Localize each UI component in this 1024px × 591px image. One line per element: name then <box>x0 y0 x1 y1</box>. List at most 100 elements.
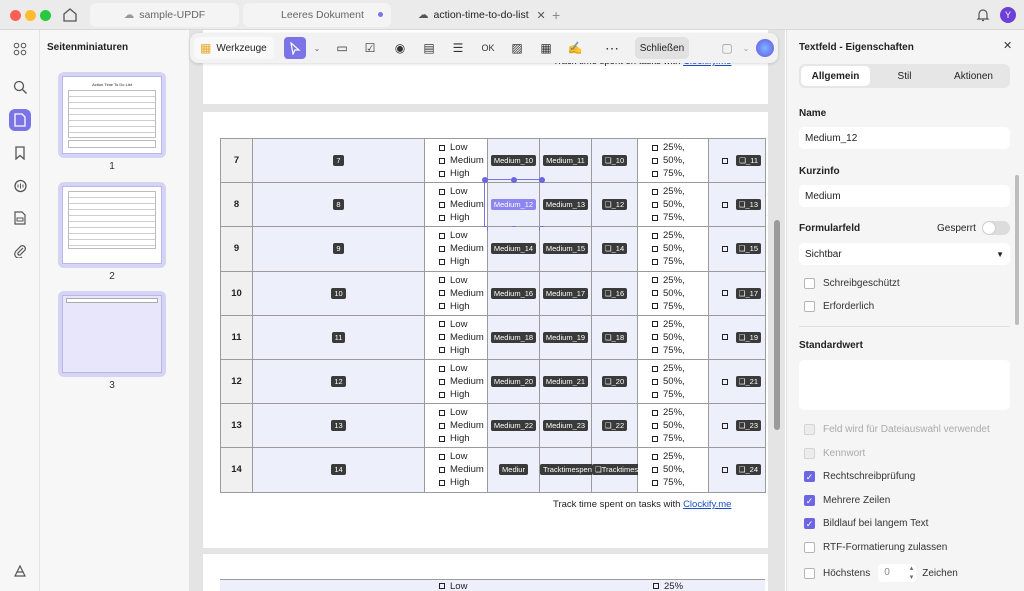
percent-50-checkbox[interactable]: 50%, <box>652 375 708 388</box>
name-input[interactable]: Medium_12 <box>799 127 1010 149</box>
task-field[interactable]: 7 <box>252 137 425 184</box>
bell-icon[interactable] <box>976 7 990 23</box>
percent-25-checkbox[interactable]: 25%, <box>652 229 708 242</box>
new-tab-icon[interactable]: + <box>552 7 560 23</box>
text-field-cell[interactable]: Medium_12 <box>482 177 545 233</box>
priority-medium-checkbox[interactable]: Medium <box>439 463 487 476</box>
locked-toggle[interactable] <box>982 221 1010 235</box>
option-checkbox[interactable]: ✓ Bildlauf bei langem Text <box>804 518 928 529</box>
priority-low-checkbox[interactable]: Low <box>439 450 487 463</box>
percent-50-checkbox[interactable]: 50%, <box>652 419 708 432</box>
priority-high-checkbox[interactable]: High <box>439 167 487 180</box>
priority-low-checkbox[interactable]: Low <box>439 185 487 198</box>
max-chars-stepper[interactable]: 0 ▴ ▾ <box>878 564 917 582</box>
text-field-cell[interactable]: Medium_14 <box>487 226 540 272</box>
percent-75-checkbox[interactable]: 75%, <box>652 476 708 489</box>
layers-icon[interactable] <box>9 560 31 582</box>
percent-25-checkbox[interactable]: 25%, <box>652 450 708 463</box>
priority-low-checkbox[interactable]: Low <box>439 141 487 154</box>
readonly-checkbox[interactable]: Schreibgeschützt <box>804 278 900 289</box>
percent-75-checkbox[interactable]: 75%, <box>652 255 708 268</box>
priority-low-checkbox[interactable]: Low <box>439 362 487 375</box>
option-checkbox[interactable]: RTF-Formatierung zulassen <box>804 541 947 553</box>
save-icon[interactable]: ▢ <box>717 38 737 58</box>
priority-high-checkbox[interactable]: High <box>439 388 487 401</box>
percent-50-checkbox[interactable]: 50%, <box>652 242 708 255</box>
text-field-cell[interactable]: Medium_10 <box>487 137 540 184</box>
percent-25-checkbox[interactable]: 25%, <box>652 318 708 331</box>
text-field-cell[interactable]: Medium_16 <box>487 270 540 316</box>
close-panel-icon[interactable]: ✕ <box>1003 39 1012 52</box>
percent-50-checkbox[interactable]: 50%, <box>652 331 708 344</box>
text-field-cell[interactable]: Medium_11 <box>539 137 592 184</box>
priority-low-checkbox[interactable]: Low <box>439 274 487 287</box>
tab-sample-updf[interactable]: ☁ sample-UPDF <box>90 3 239 27</box>
done-checkbox-cell[interactable]: ❑_19 <box>708 314 766 360</box>
priority-low-checkbox[interactable]: Low <box>439 229 487 242</box>
percent-50-checkbox[interactable]: 50%, <box>652 287 708 300</box>
priority-medium-checkbox[interactable]: Medium <box>439 242 487 255</box>
checkbox-field-cell[interactable]: ❑_18 <box>591 314 638 360</box>
done-checkbox-cell[interactable]: ❑_11 <box>708 137 766 184</box>
signature-tool-icon[interactable]: ✍ <box>565 38 585 58</box>
priority-medium-checkbox[interactable]: Medium <box>439 419 487 432</box>
text-field-cell[interactable]: Medium_22 <box>487 403 540 449</box>
checkbox-tool-icon[interactable]: ☑ <box>360 38 380 58</box>
thumbnail-page-1[interactable]: Action Time To Do List <box>58 72 166 158</box>
ai-assistant-icon[interactable] <box>756 39 774 57</box>
percent-50-checkbox[interactable]: 50%, <box>652 154 708 167</box>
list-box-tool-icon[interactable]: ☰ <box>448 38 468 58</box>
done-checkbox-cell[interactable]: ❑_15 <box>708 226 766 272</box>
percent-25-checkbox[interactable]: 25%, <box>652 362 708 375</box>
form-icon[interactable] <box>9 207 31 229</box>
grid-icon[interactable] <box>9 38 31 60</box>
task-field[interactable]: 9 <box>252 226 425 272</box>
default-value-input[interactable] <box>799 360 1010 410</box>
checkbox-field-cell[interactable]: ❑Tracktimespentontaskswith_1 <box>591 447 704 493</box>
task-field[interactable]: 8 <box>252 182 425 228</box>
checkbox-field-cell[interactable]: ❑_16 <box>591 270 638 316</box>
thumbnail-page-3[interactable] <box>58 291 166 377</box>
priority-medium-checkbox[interactable]: Medium <box>439 198 487 211</box>
priority-medium-checkbox[interactable]: Medium <box>439 154 487 167</box>
page-thumbnails-icon[interactable] <box>9 109 31 131</box>
priority-high-checkbox[interactable]: High <box>439 344 487 357</box>
panel-scrollbar[interactable] <box>1015 175 1019 325</box>
done-checkbox-cell[interactable]: ❑_24 <box>708 447 766 493</box>
clockify-link[interactable]: Clockify.me <box>683 499 731 510</box>
thumbnail-page-2[interactable] <box>58 182 166 268</box>
tab-leeres-dokument[interactable]: Leeres Dokument <box>243 3 391 27</box>
priority-low-checkbox[interactable]: Low <box>439 406 487 419</box>
text-field-cell[interactable]: Medium_21 <box>539 358 592 405</box>
priority-low-checkbox[interactable]: Low <box>439 318 487 331</box>
priority-high-checkbox[interactable]: High <box>439 255 487 268</box>
text-field-cell[interactable]: Medium_13 <box>539 182 592 228</box>
percent-25-checkbox[interactable]: 25%, <box>652 141 708 154</box>
required-checkbox[interactable]: Erforderlich <box>804 301 874 312</box>
task-field[interactable]: 14 <box>252 447 425 493</box>
close-form-editing-button[interactable]: Schließen <box>635 37 689 59</box>
percent-75-checkbox[interactable]: 75%, <box>652 211 708 224</box>
button-tool-icon[interactable]: OK <box>478 38 498 58</box>
home-icon[interactable] <box>62 7 78 23</box>
visibility-select[interactable]: Sichtbar ▼ <box>799 243 1010 265</box>
priority-high-checkbox[interactable]: High <box>439 300 487 313</box>
percent-75-checkbox[interactable]: 75%, <box>652 432 708 445</box>
task-field[interactable]: 13 <box>252 403 425 449</box>
task-field[interactable]: 10 <box>252 270 425 316</box>
priority-medium-checkbox[interactable]: Medium <box>439 331 487 344</box>
chevron-down-icon[interactable]: ⌄ <box>736 38 756 58</box>
checkbox-field-cell[interactable]: ❑_22 <box>591 403 638 449</box>
priority-medium-checkbox[interactable]: Medium <box>439 375 487 388</box>
done-checkbox-cell[interactable]: ❑_13 <box>708 182 766 228</box>
percent-25-checkbox[interactable]: 25%, <box>652 274 708 287</box>
text-field-cell[interactable]: Medium_23 <box>539 403 592 449</box>
option-checkbox[interactable]: ✓ Mehrere Zeilen <box>804 494 890 506</box>
image-tool-icon[interactable]: ▨ <box>507 38 527 58</box>
tab-action-time-to-do-list[interactable]: ☁ action-time-to-do-list ✕ <box>414 3 549 27</box>
checkbox-field-cell[interactable]: ❑_20 <box>591 358 638 405</box>
checkbox-field-cell[interactable]: ❑_10 <box>591 137 638 184</box>
priority-high-checkbox[interactable]: High <box>439 476 487 489</box>
tooltip-input[interactable]: Medium <box>799 185 1010 207</box>
comment-icon[interactable] <box>9 175 31 197</box>
